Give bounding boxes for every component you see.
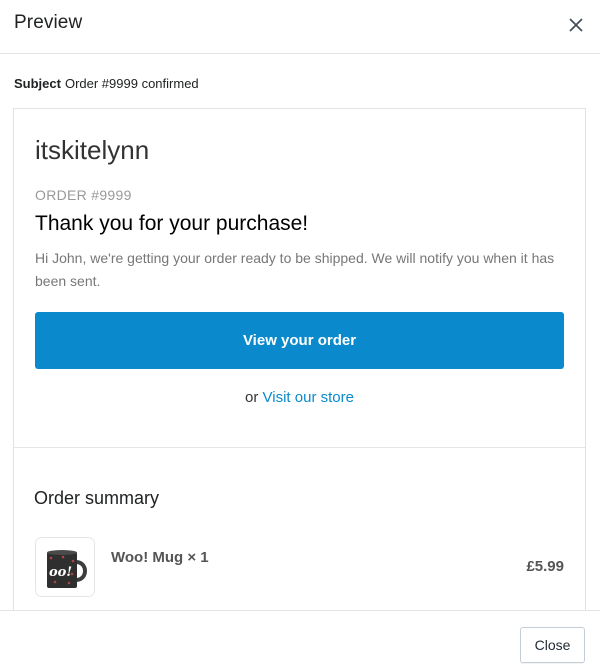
shop-name: itskitelynn (35, 135, 150, 165)
product-price: £5.99 (526, 558, 564, 575)
svg-text:oo!: oo! (49, 565, 72, 580)
modal-header: Preview (0, 0, 600, 54)
close-icon-graphic (569, 18, 583, 32)
visit-store-link[interactable]: Visit our store (263, 389, 354, 406)
thank-you-heading: Thank you for your purchase! (35, 212, 309, 235)
mug-image: oo! (36, 538, 94, 596)
product-name: Woo! Mug × 1 (111, 549, 209, 566)
preview-modal: Preview Subject Order #9999 confirmed its… (0, 0, 600, 669)
close-button[interactable]: Close (520, 627, 585, 663)
subject-label: Subject (14, 76, 61, 91)
visit-store-line: or Visit our store (14, 389, 585, 406)
or-text: or (245, 389, 259, 406)
section-divider (14, 447, 585, 448)
email-preview: itskitelynn ORDER #9999 Thank you for yo… (13, 108, 586, 618)
subject-value: Order #9999 confirmed (64, 76, 199, 91)
close-icon[interactable] (564, 13, 588, 37)
order-summary-title: Order summary (34, 488, 160, 508)
modal-title: Preview (14, 12, 83, 33)
view-order-label: View your order (242, 332, 357, 349)
order-message: Hi John, we're getting your order ready … (35, 250, 555, 289)
modal-footer: Close (0, 610, 600, 669)
product-thumbnail: oo! (35, 537, 95, 597)
subject-line: Subject Order #9999 confirmed (14, 76, 199, 91)
order-number: ORDER #9999 (35, 187, 132, 203)
view-order-button[interactable]: View your order (35, 312, 564, 369)
